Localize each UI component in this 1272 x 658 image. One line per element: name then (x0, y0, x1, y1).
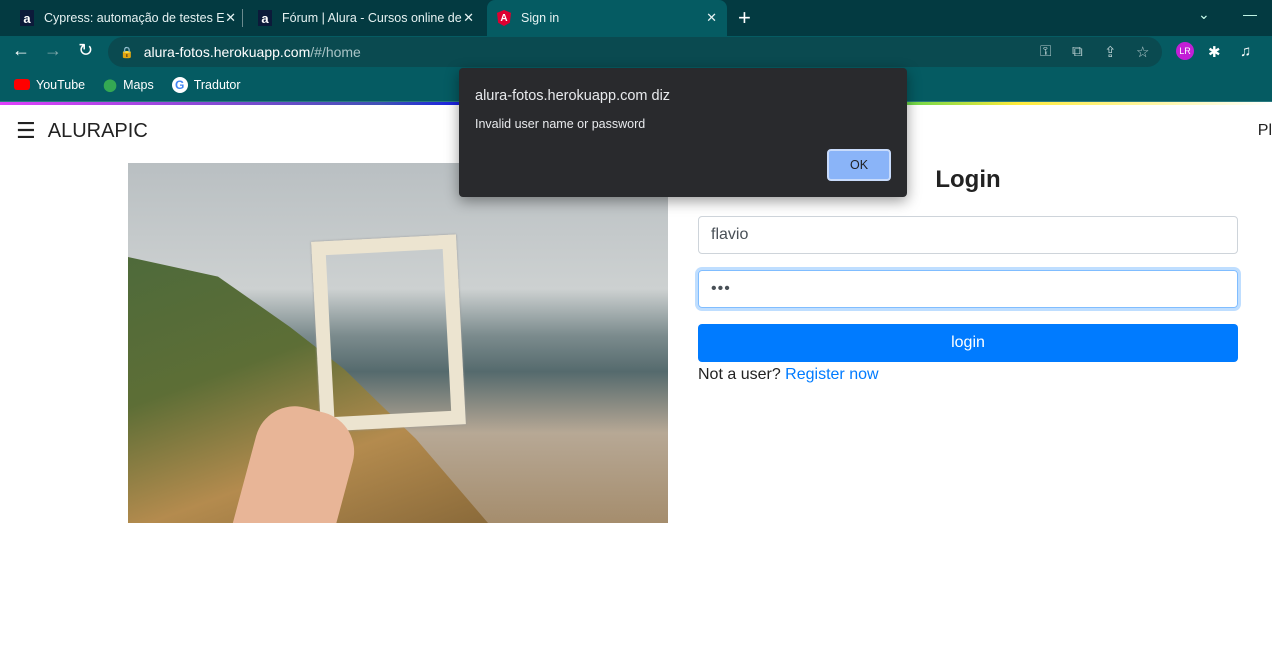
header-right-text: Pl (1257, 122, 1272, 139)
alura-icon: a (258, 10, 272, 26)
menu-icon[interactable]: ☰ (16, 118, 36, 144)
lock-icon: 🔒 (120, 46, 134, 59)
share-icon[interactable]: ⇪ (1104, 43, 1117, 61)
maps-icon: ⬤ (103, 78, 118, 92)
close-tab-icon[interactable]: ✕ (463, 10, 474, 26)
angular-icon: A (497, 10, 511, 26)
new-tab-button[interactable]: + (738, 5, 751, 31)
bookmark-youtube[interactable]: YouTube (14, 78, 85, 92)
login-button[interactable]: login (698, 324, 1238, 362)
translate-icon[interactable]: ⧉ (1072, 43, 1083, 60)
youtube-icon (14, 79, 30, 90)
forward-button[interactable]: → (44, 40, 62, 61)
extensions-icon[interactable]: ✱ (1208, 43, 1221, 61)
back-button[interactable]: ← (12, 40, 30, 61)
close-tab-icon[interactable]: ✕ (706, 10, 717, 26)
username-input[interactable]: flavio (698, 216, 1238, 254)
dialog-message: Invalid user name or password (475, 117, 646, 131)
browser-toolbar: ← → ↻ 🔒 alura-fotos.herokuapp.com/#/home… (0, 36, 1272, 68)
tab-forum[interactable]: a Fórum | Alura - Cursos online de ✕ (248, 0, 484, 36)
alura-icon: a (20, 10, 34, 26)
tab-search-icon[interactable]: ⌄ (1198, 6, 1210, 23)
google-icon: G (171, 76, 188, 93)
register-link[interactable]: Register now (785, 366, 878, 383)
dialog-title: alura-fotos.herokuapp.com diz (475, 88, 671, 104)
ok-button[interactable]: OK (827, 149, 891, 181)
media-icon[interactable]: ♫ (1240, 43, 1251, 60)
tab-separator (242, 9, 243, 27)
profile-avatar[interactable]: LR (1176, 42, 1194, 60)
bookmark-tradutor[interactable]: G Tradutor (171, 76, 240, 93)
tab-bar: a Cypress: automação de testes E2E ✕ a F… (0, 0, 1272, 36)
close-tab-icon[interactable]: ✕ (225, 10, 236, 26)
password-input[interactable]: ••• (698, 270, 1238, 308)
brand[interactable]: ALURAPIC (48, 120, 148, 143)
key-icon[interactable]: ⚿ (1040, 43, 1051, 60)
minimize-button[interactable]: — (1243, 6, 1257, 22)
tab-cypress[interactable]: a Cypress: automação de testes E2E ✕ (10, 0, 246, 36)
reload-button[interactable]: ↻ (78, 40, 93, 61)
register-prompt: Not a user? Register now (698, 366, 879, 383)
alert-dialog: alura-fotos.herokuapp.com diz Invalid us… (459, 68, 907, 197)
address-bar[interactable]: 🔒 alura-fotos.herokuapp.com/#/home (108, 37, 1162, 67)
photo-frame (311, 234, 466, 432)
bookmark-star-icon[interactable]: ☆ (1136, 43, 1149, 61)
hero-photo (128, 163, 668, 523)
bookmark-maps[interactable]: ⬤ Maps (103, 77, 154, 93)
tab-sign-in[interactable]: A Sign in ✕ (487, 0, 727, 36)
